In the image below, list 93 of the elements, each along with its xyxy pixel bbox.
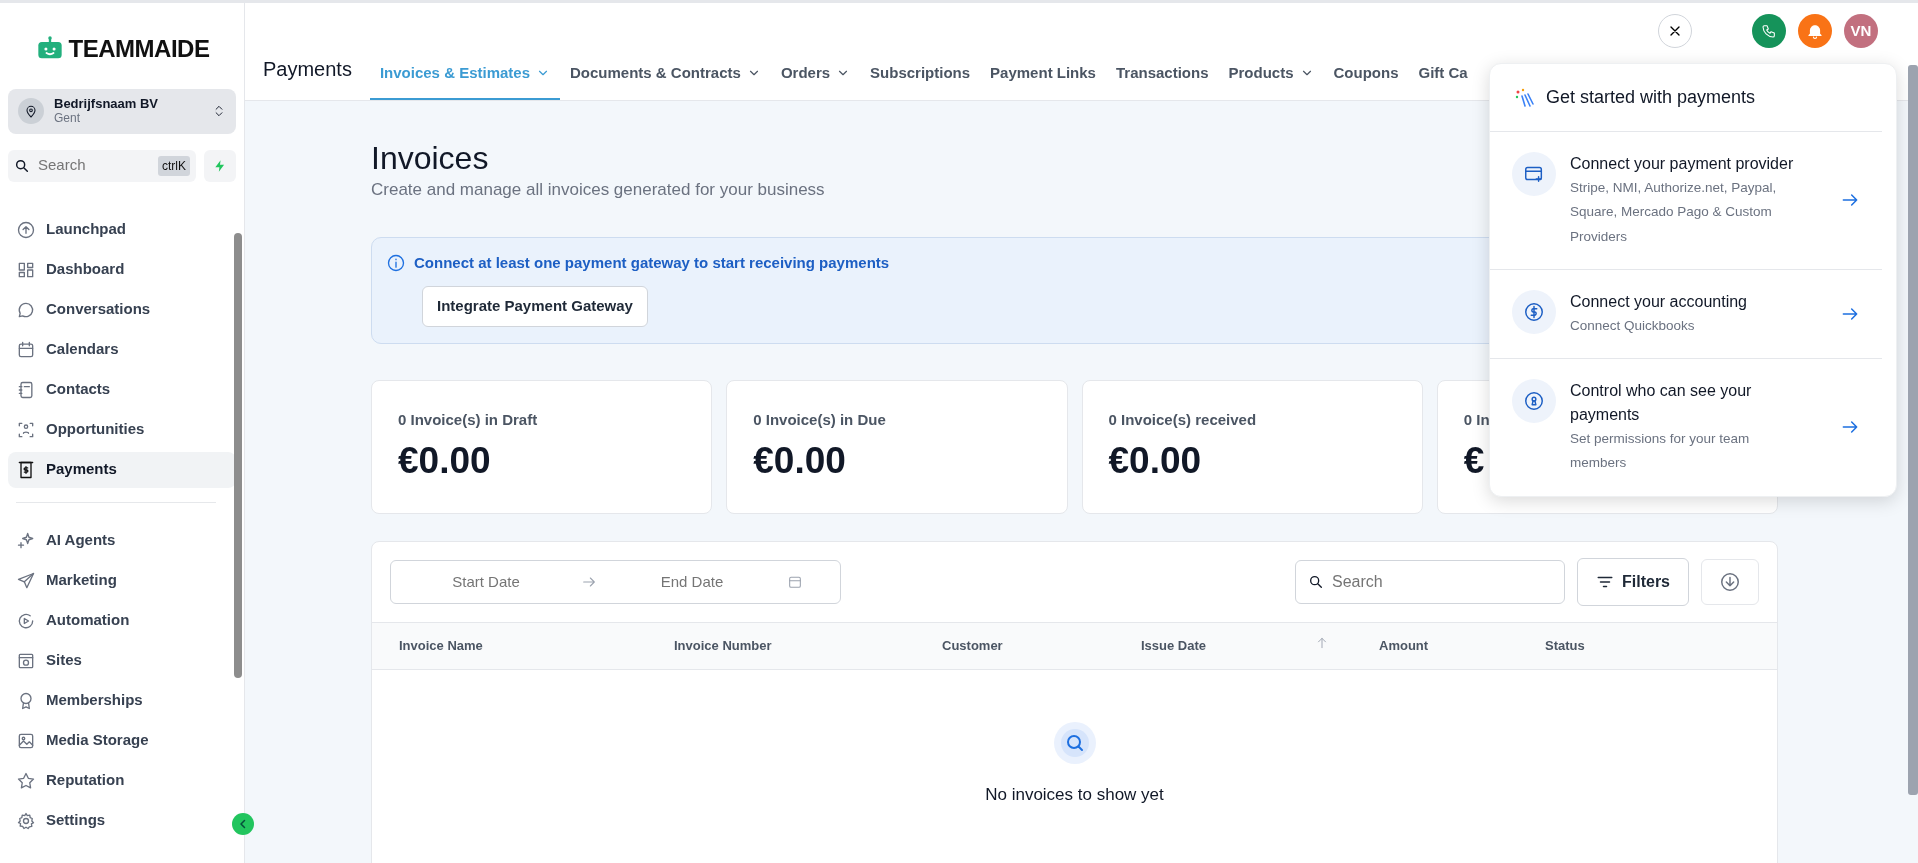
close-button[interactable] [1658,14,1692,48]
search-icon [14,157,30,174]
sidebar-item[interactable]: Payments [8,451,236,488]
search-field[interactable]: Search [1295,559,1565,604]
nav-tab[interactable]: Coupons [1323,61,1409,100]
option-title: Control who can see your payments [1570,381,1753,426]
page-heading: Payments [263,57,353,82]
nav-tab[interactable]: Payment Links [980,61,1106,100]
stat-label: 0 Invoice(s) received [1108,409,1257,430]
nav-tab[interactable]: Transactions [1105,61,1219,100]
sidebar-item[interactable]: Automation [8,602,236,639]
dollar-circle-icon [1523,300,1545,323]
end-date-input[interactable]: End Date [597,569,787,595]
option-title: Connect your accounting [1570,291,1748,312]
column-header: Issue Date [1141,637,1207,656]
launchpad-icon [16,219,36,240]
quick-action-button[interactable] [204,149,236,182]
option-description: Stripe, NMI, Authorize.net, Paypal, Square, Mercado Pago & Custom Providers [1570,179,1778,246]
collapse-button[interactable] [232,813,254,835]
sidebar-item[interactable]: Calendars [8,331,236,368]
integrate-gateway-button[interactable]: Integrate Payment Gateway [422,286,648,327]
option-description: Connect Quickbooks [1570,316,1696,335]
stat-label: 0 Invoice(s) in Draft [398,409,538,430]
column-header: Amount [1379,638,1429,654]
logo-text: TEAMMAIDE [68,34,210,64]
stat-amount: €0.00 [1108,441,1202,483]
nav-tab[interactable]: Orders [770,61,861,100]
column-header: Invoice Name [399,638,483,654]
sidebar-item[interactable]: Dashboard [8,251,236,288]
stat-label: 0 In [1463,409,1490,430]
search-icon [1308,573,1324,590]
page-subtitle: Create and manage all invoices generated for your business [371,179,825,202]
filters-button[interactable]: Filters [1577,557,1689,606]
sidebar-item[interactable]: Opportunities [8,411,236,448]
sidebar-item[interactable]: Settings [8,802,236,839]
setup-option[interactable]: Connect your accounting Connect Quickbooks [1490,269,1882,360]
contact-book-icon [16,379,36,400]
info-icon [386,253,406,274]
pin-icon [23,103,39,120]
shortcut-key: ctrlK [158,155,190,176]
sidebar-item[interactable]: Launchpad [8,211,236,248]
sidebar-item[interactable]: Contacts [8,371,236,408]
invoice-icon [16,459,36,480]
company-name: Bedrijfsnaam BV [54,97,160,112]
phone-button[interactable] [1752,14,1786,48]
panel-title: Get started with payments [1546,86,1756,109]
sparkle-icon [16,530,36,551]
start-date-input[interactable]: Start Date [391,569,581,595]
search-field[interactable]: Search ctrlK [8,149,196,182]
scrollbar-thumb[interactable] [1908,65,1918,795]
nav-tab[interactable]: Gift Ca [1408,61,1478,100]
sidebar-item[interactable]: Marketing [8,562,236,599]
column-header: Invoice Number [674,638,772,654]
notifications-button[interactable] [1798,14,1832,48]
sidebar-item[interactable]: Sites [8,642,236,679]
send-icon [16,570,36,591]
setup-option[interactable]: Connect your payment provider Stripe, NMI, Authorize.net, Paypal, Square, Mercado Pago & Custom Providers [1490,132,1882,270]
keyhole-icon [1523,390,1545,413]
sidebar-item[interactable]: Reputation [8,762,236,799]
column-header: Status [1545,638,1585,654]
column-header: Customer [942,638,1003,654]
calendar-icon [16,339,36,360]
sidebar-item[interactable]: Memberships [8,682,236,719]
nav-tab[interactable]: Documents & Contracts [560,61,771,100]
stat-amount: €0.00 [398,441,491,483]
download-icon [1719,570,1741,593]
stat-amount: €0.00 [753,441,846,483]
bell-icon [1806,22,1824,40]
company-location: Gent [54,111,80,126]
scrollbar-thumb[interactable] [234,233,242,678]
page-title: Invoices [371,139,489,178]
gear-icon [16,810,36,831]
user-avatar[interactable]: VN [1844,14,1878,48]
stat-label: 0 Invoice(s) in Due [753,409,886,430]
download-button[interactable] [1701,558,1759,605]
company-switcher[interactable]: Bedrijfsnaam BV Gent [8,89,236,134]
sidebar-item[interactable]: AI Agents [8,522,236,559]
star-icon [16,770,36,791]
option-title: Connect your payment provider [1570,154,1795,174]
sidebar-item[interactable]: Conversations [8,291,236,328]
empty-message: No invoices to show yet [984,783,1165,806]
option-description: Set permissions for your team members [1570,430,1751,473]
nav-tab[interactable]: Subscriptions [860,61,981,100]
banner-message: Connect at least one payment gateway to start receiving payments [414,252,890,273]
nav-tab[interactable]: Products [1218,61,1324,100]
sidebar-item[interactable]: Media Storage [8,722,236,759]
lightning-icon [213,157,227,174]
stat-amount: € [1463,441,1485,483]
phone-icon [1761,23,1777,39]
search-icon [1053,721,1096,764]
setup-option[interactable]: Control who can see your payments Set permissions for your team members [1490,359,1882,496]
date-range-picker[interactable]: Start Date End Date [390,559,841,604]
search-input[interactable]: Search [36,153,146,178]
